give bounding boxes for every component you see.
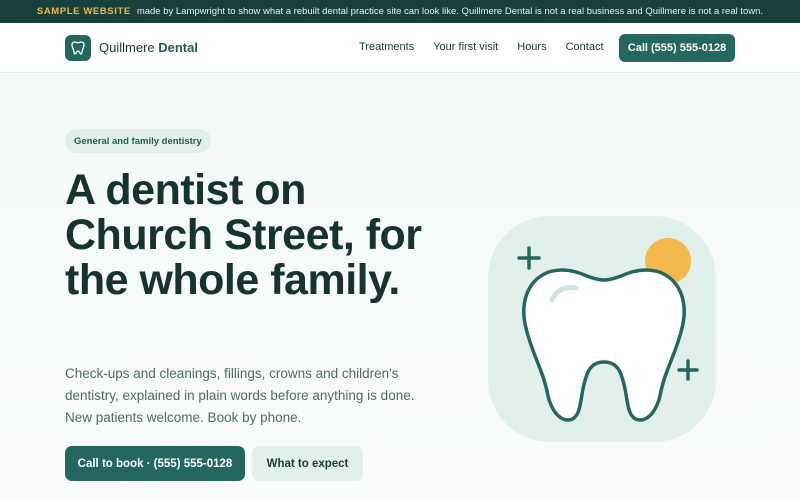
nav-link-hours[interactable]: Hours — [517, 41, 546, 53]
brand-name-light: Quillmere — [99, 40, 155, 55]
what-to-expect-button[interactable]: What to expect — [252, 446, 363, 481]
tooth-icon[interactable] — [65, 35, 91, 61]
brand-name-bold: Dental — [158, 40, 198, 55]
brand-wordmark[interactable]: Quillmere Dental — [99, 40, 198, 55]
banner-text: made by Lampwright to show what a rebuil… — [136, 6, 764, 17]
hero-section: General and family dentistry A dentist o… — [0, 74, 800, 500]
nav-links: Treatments Your first visit Hours Contac… — [359, 41, 623, 53]
nav-link-treatments[interactable]: Treatments — [359, 41, 414, 53]
banner-tag: SAMPLE WEBSITE — [36, 6, 131, 17]
hero-headline: A dentist on Church Street, for the whol… — [65, 166, 422, 304]
nav-link-first-visit[interactable]: Your first visit — [433, 41, 498, 53]
top-navigation: Quillmere Dental Treatments Your first v… — [0, 23, 800, 73]
call-to-book-button[interactable]: Call to book · (555) 555-0128 — [65, 446, 245, 481]
nav-call-button[interactable]: Call (555) 555-0128 — [619, 34, 735, 62]
nav-link-contact[interactable]: Contact — [566, 41, 604, 53]
hero-description: Check-ups and cleanings, fillings, crown… — [65, 366, 415, 425]
tooth-illustration — [488, 216, 716, 442]
category-pill: General and family dentistry — [65, 129, 211, 153]
sample-banner: SAMPLE WEBSITE made by Lampwright to sho… — [0, 0, 800, 23]
